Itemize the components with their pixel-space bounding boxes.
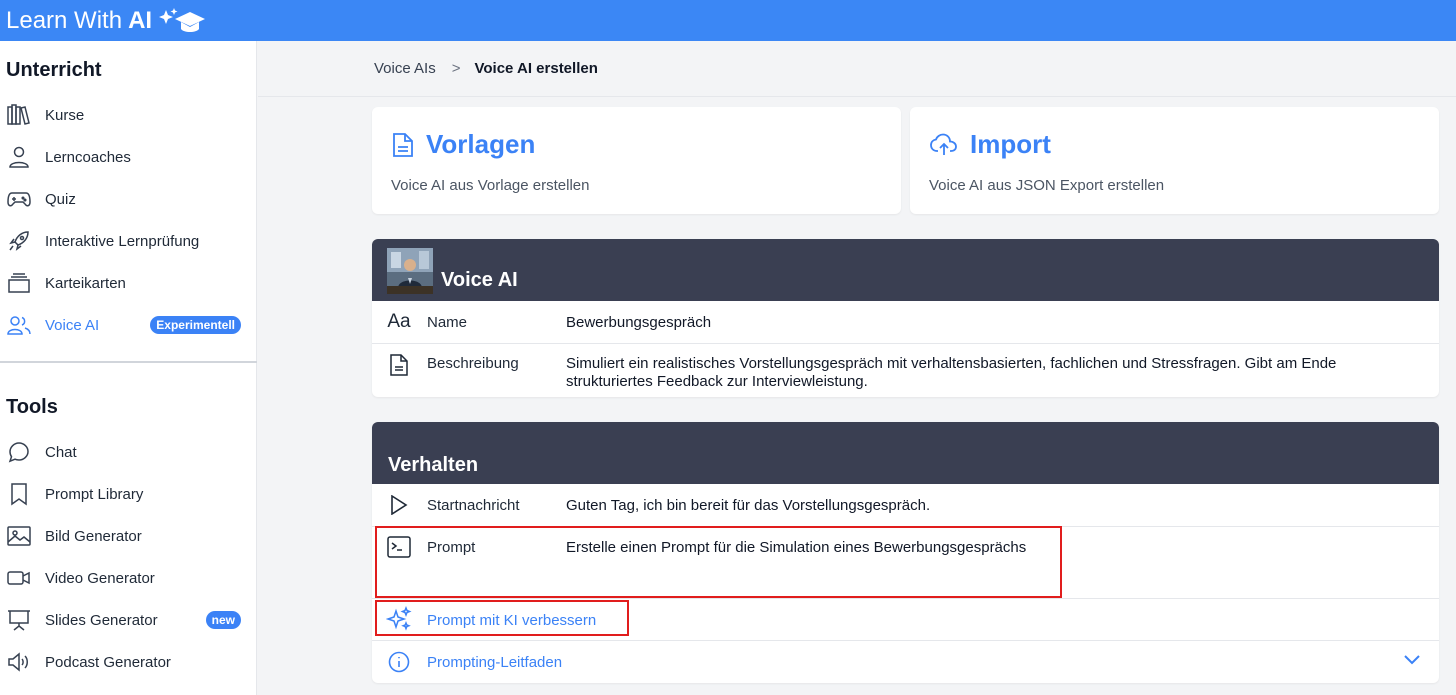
import-card[interactable]: Import Voice AI aus JSON Export erstelle… [910, 107, 1439, 214]
app-logo[interactable]: Learn With AI [6, 6, 206, 36]
sidebar-item-bild-generator[interactable]: Bild Generator [0, 518, 257, 554]
play-icon [386, 492, 412, 518]
sidebar-item-label: Kurse [45, 106, 85, 124]
new-badge: new [205, 611, 241, 629]
voice-ai-panel: Voice AI Aa Name Bewerbungsgespräch Besc… [372, 239, 1439, 397]
sidebar: Unterricht Kurse Lerncoaches Quiz Intera… [0, 41, 257, 695]
prompt-highlight-box [375, 526, 1062, 598]
sidebar-item-kurse[interactable]: Kurse [0, 97, 257, 133]
breadcrumb-parent[interactable]: Voice AIs [374, 60, 436, 77]
sidebar-item-podcast-generator[interactable]: Podcast Generator [0, 644, 257, 680]
sidebar-item-label: Voice AI [45, 316, 100, 334]
sidebar-divider [0, 361, 257, 363]
start-message-row[interactable]: Startnachricht Guten Tag, ich bin bereit… [372, 484, 1439, 527]
text-format-icon: Aa [387, 311, 411, 332]
users-icon [6, 312, 32, 338]
speaker-icon [6, 649, 32, 675]
sidebar-item-label: Chat [45, 443, 77, 461]
document-icon [386, 352, 412, 378]
sidebar-item-quiz[interactable]: Quiz [0, 181, 257, 217]
breadcrumb-separator: > [451, 60, 461, 77]
books-icon [6, 102, 32, 128]
sidebar-item-video-generator[interactable]: Video Generator [0, 560, 257, 596]
description-value[interactable]: Simuliert ein realistisches Vorstellungs… [566, 355, 1379, 391]
experimental-badge: Experimentell [150, 316, 241, 334]
sidebar-item-label: Video Generator [45, 569, 155, 587]
sidebar-item-label: Prompt Library [45, 485, 144, 503]
sidebar-item-prompt-library[interactable]: Prompt Library [0, 476, 257, 512]
start-message-value[interactable]: Guten Tag, ich bin bereit für das Vorste… [566, 497, 1379, 515]
sidebar-item-label: Karteikarten [45, 274, 126, 292]
name-row[interactable]: Aa Name Bewerbungsgespräch [372, 301, 1439, 344]
sidebar-item-label: Interaktive Lernprüfung [45, 232, 200, 250]
prompting-guide-row[interactable]: Prompting-Leitfaden [372, 641, 1439, 683]
voice-ai-panel-header: Voice AI [372, 239, 1439, 301]
import-card-title: Import [930, 129, 1051, 160]
sidebar-item-chat[interactable]: Chat [0, 434, 257, 470]
rocket-icon [6, 228, 32, 254]
description-label: Beschreibung [427, 355, 519, 372]
behavior-panel-header: Verhalten [372, 422, 1439, 484]
sidebar-item-label: Podcast Generator [45, 653, 171, 671]
breadcrumb: Voice AIs > Voice AI erstellen [258, 41, 1456, 97]
chat-icon [6, 439, 32, 465]
avatar[interactable] [387, 248, 433, 294]
image-icon [6, 523, 32, 549]
graduation-cap-icon [159, 7, 206, 32]
voice-ai-title: Voice AI [441, 269, 518, 291]
sidebar-item-interaktive-lernpruefung[interactable]: Interaktive Lernprüfung [0, 223, 257, 259]
sidebar-item-voice-ai[interactable]: Voice AI Experimentell [0, 307, 257, 343]
sidebar-section-title: Unterricht [6, 59, 102, 81]
top-bar: Learn With AI [0, 0, 1456, 41]
breadcrumb-current: Voice AI erstellen [474, 60, 598, 77]
sidebar-item-karteikarten[interactable]: Karteikarten [0, 265, 257, 301]
gamepad-icon [6, 186, 32, 212]
sidebar-item-label: Bild Generator [45, 527, 142, 545]
cards-icon [6, 270, 32, 296]
sidebar-item-label: Slides Generator [45, 611, 158, 629]
start-message-label: Startnachricht [427, 497, 520, 514]
info-icon [386, 649, 412, 675]
import-card-subtitle: Voice AI aus JSON Export erstellen [929, 177, 1165, 194]
sidebar-item-slides-generator[interactable]: Slides Generator new [0, 602, 257, 638]
bookmark-icon [6, 481, 32, 507]
cloud-upload-icon [930, 133, 957, 155]
prompting-guide-link[interactable]: Prompting-Leitfaden [427, 654, 562, 671]
logo-bold: AI [128, 6, 153, 34]
video-icon [6, 565, 32, 591]
chevron-down-icon[interactable] [1403, 653, 1421, 670]
sidebar-section-title: Tools [6, 396, 58, 418]
sidebar-item-lerncoaches[interactable]: Lerncoaches [0, 139, 257, 175]
templates-card[interactable]: Vorlagen Voice AI aus Vorlage erstellen [372, 107, 901, 214]
user-icon [6, 144, 32, 170]
improve-highlight-box [375, 600, 629, 636]
templates-card-title: Vorlagen [392, 129, 535, 160]
presentation-icon [6, 607, 32, 633]
description-row[interactable]: Beschreibung Simuliert ein realistisches… [372, 344, 1439, 397]
name-value[interactable]: Bewerbungsgespräch [566, 314, 1379, 332]
behavior-title: Verhalten [388, 454, 479, 476]
templates-card-subtitle: Voice AI aus Vorlage erstellen [391, 177, 590, 194]
logo-text: Learn With [6, 6, 123, 34]
sidebar-item-label: Quiz [45, 190, 76, 208]
document-icon [393, 132, 413, 157]
sidebar-item-label: Lerncoaches [45, 148, 131, 166]
name-label: Name [427, 314, 468, 331]
